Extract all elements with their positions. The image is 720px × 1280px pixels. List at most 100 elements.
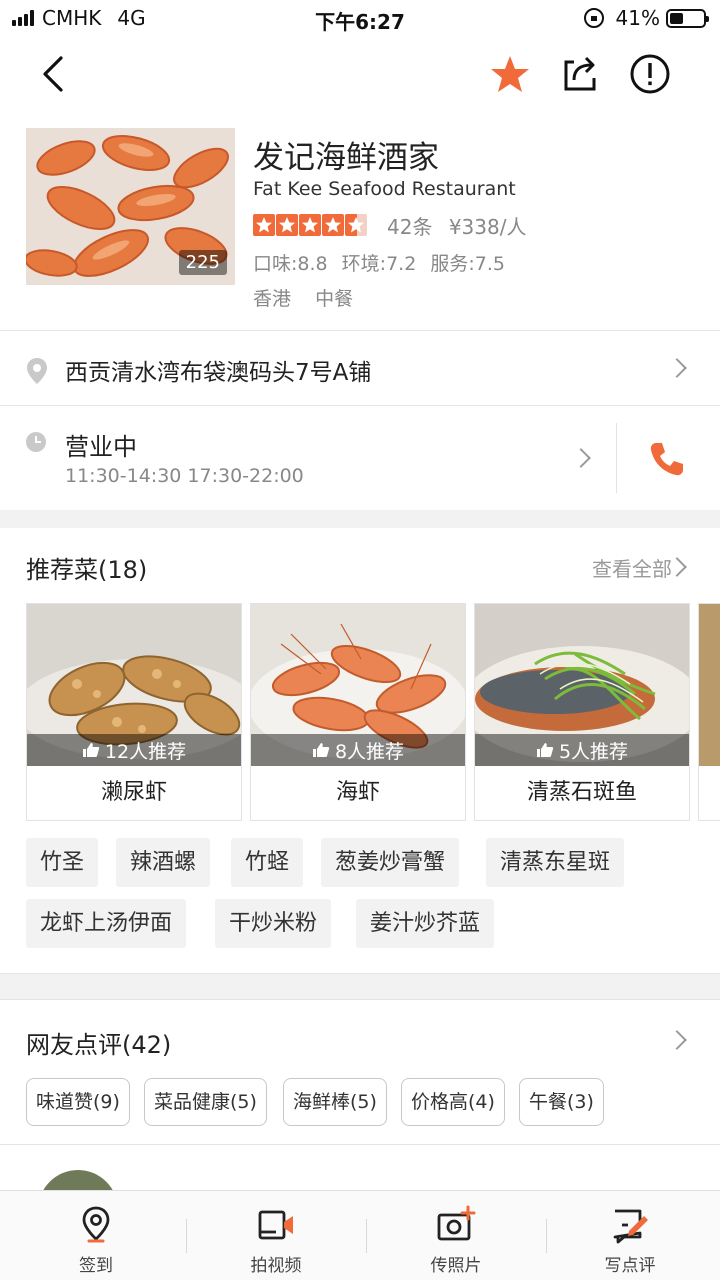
battery-icon: [666, 8, 709, 28]
dish-card-peek[interactable]: [698, 603, 720, 821]
shop-header: 225 发记海鲜酒家 Fat Kee Seafood Restaurant 42…: [26, 128, 706, 318]
thumbs-up-icon: [312, 743, 330, 757]
phone-call-icon[interactable]: [646, 439, 686, 479]
star-rating: [253, 214, 367, 236]
address-text: 西贡清水湾布袋澳码头7号A铺: [65, 360, 372, 386]
recommend-text: 5人推荐: [558, 740, 629, 763]
section-gap: [0, 973, 720, 1000]
rating-star-icon: [276, 214, 298, 236]
photo-tab[interactable]: 传照片: [366, 1191, 546, 1280]
shop-tags: 香港 中餐: [253, 284, 371, 311]
review-tag[interactable]: 价格高(4): [401, 1078, 505, 1126]
chevron-right-icon: [667, 1030, 687, 1050]
recommend-text: 12人推荐: [104, 740, 187, 763]
region-tag: 香港: [253, 288, 292, 310]
location-pin-icon: [27, 358, 47, 384]
review-tag[interactable]: 海鲜棒(5): [283, 1078, 387, 1126]
photo-count-badge: 225: [178, 250, 227, 275]
alert-icon: [630, 54, 670, 94]
rating-half-star-icon: [345, 214, 367, 236]
tab-label: 传照片: [430, 1256, 482, 1276]
dish-card[interactable]: 5人推荐 清蒸石斑鱼: [474, 603, 690, 821]
rating-star-icon: [322, 214, 344, 236]
recommended-title: 推荐菜(18): [26, 556, 148, 584]
tab-label: 签到: [79, 1256, 113, 1276]
vertical-divider: [616, 423, 617, 493]
dish-name: 濑尿虾: [100, 780, 167, 805]
hours-row[interactable]: 营业中 11:30-14:30 17:30-22:00: [0, 405, 720, 510]
dish-chip[interactable]: 姜汁炒芥蓝: [356, 899, 495, 948]
recommend-count: 8人推荐: [251, 734, 465, 766]
rating-row: 42条 ¥338/人: [253, 211, 536, 240]
dish-photo: 8人推荐: [251, 604, 465, 766]
back-arrow-icon: [43, 56, 63, 92]
score-taste: 口味:8.8: [253, 253, 328, 275]
dish-chip[interactable]: 清蒸东星斑: [486, 838, 625, 887]
dish-chip[interactable]: 辣酒螺: [116, 838, 211, 887]
dish-name: 清蒸石斑鱼: [526, 780, 637, 805]
open-status: 营业中: [65, 433, 137, 461]
battery-percent: 41%: [615, 6, 660, 30]
dish-card[interactable]: 8人推荐 海虾: [250, 603, 466, 821]
tab-label: 写点评: [604, 1256, 656, 1276]
clock-icon: [26, 432, 46, 452]
share-icon: [564, 56, 596, 91]
star-icon: [491, 56, 529, 92]
dish-chip[interactable]: 葱姜炒膏蟹: [321, 838, 460, 887]
dish-card[interactable]: 12人推荐 濑尿虾: [26, 603, 242, 821]
status-right: 41%: [583, 6, 709, 30]
recommend-count: 12人推荐: [27, 734, 241, 766]
dish-chip[interactable]: 竹蛏: [231, 838, 304, 887]
score-service: 服务:7.5: [430, 253, 505, 275]
reviews-title[interactable]: 网友点评(42): [26, 1025, 171, 1060]
bottom-action-bar: 签到 拍视频 传照片 写点评: [0, 1190, 720, 1280]
shop-name-en: Fat Kee Seafood Restaurant: [253, 178, 516, 200]
score-breakdown: 口味:8.8 环境:7.2 服务:7.5: [253, 249, 513, 276]
rating-star-icon: [253, 214, 275, 236]
review-tag[interactable]: 午餐(3): [519, 1078, 604, 1126]
cuisine-tag: 中餐: [315, 288, 354, 310]
review-count: 42条: [387, 214, 433, 239]
section-gap: [0, 510, 720, 528]
review-tag[interactable]: 菜品健康(5): [144, 1078, 267, 1126]
thumbs-up-icon: [82, 743, 100, 757]
write-review-tab[interactable]: 写点评: [540, 1191, 720, 1280]
chevron-right-icon: [571, 448, 591, 468]
tab-label: 拍视频: [250, 1256, 302, 1276]
thumbs-up-icon: [536, 743, 554, 757]
dish-name: 海虾: [335, 780, 380, 805]
dish-photo: 12人推荐: [27, 604, 241, 766]
location-checkin-icon: [82, 1206, 110, 1243]
score-environment: 环境:7.2: [341, 253, 417, 275]
dish-photo: 5人推荐: [475, 604, 689, 766]
divider: [0, 1144, 720, 1145]
checkin-tab[interactable]: 签到: [6, 1191, 186, 1280]
back-button[interactable]: [30, 50, 78, 98]
rating-meta: 42条 ¥338/人: [387, 211, 536, 240]
dish-chip[interactable]: 龙虾上汤伊面: [26, 899, 187, 948]
review-tag[interactable]: 味道赞(9): [26, 1078, 130, 1126]
video-tab[interactable]: 拍视频: [186, 1191, 366, 1280]
favorite-button[interactable]: [486, 50, 534, 98]
rotation-lock-icon: [583, 8, 604, 28]
dish-chip[interactable]: 竹圣: [26, 838, 99, 887]
recommend-count: 5人推荐: [475, 734, 689, 766]
shop-name: 发记海鲜酒家: [253, 140, 439, 176]
dish-chip[interactable]: 干炒米粉: [215, 899, 332, 948]
shop-photo[interactable]: 225: [26, 128, 235, 285]
nav-bar: [0, 38, 720, 110]
video-camera-icon: [258, 1210, 293, 1240]
see-all-link[interactable]: 查看全部: [592, 553, 672, 582]
write-review-icon: [613, 1209, 648, 1244]
share-button[interactable]: [556, 50, 604, 98]
address-row[interactable]: 西贡清水湾布袋澳码头7号A铺: [0, 331, 720, 405]
avg-price: ¥338/人: [448, 214, 527, 239]
recommend-text: 8人推荐: [334, 740, 405, 763]
dish-photo: [699, 604, 720, 766]
chevron-right-icon: [667, 358, 687, 378]
report-button[interactable]: [626, 50, 674, 98]
opening-hours: 11:30-14:30 17:30-22:00: [65, 465, 304, 487]
status-bar: CMHK 4G 下午6:27 41%: [0, 0, 720, 38]
rating-star-icon: [299, 214, 321, 236]
add-photo-icon: [437, 1205, 476, 1241]
